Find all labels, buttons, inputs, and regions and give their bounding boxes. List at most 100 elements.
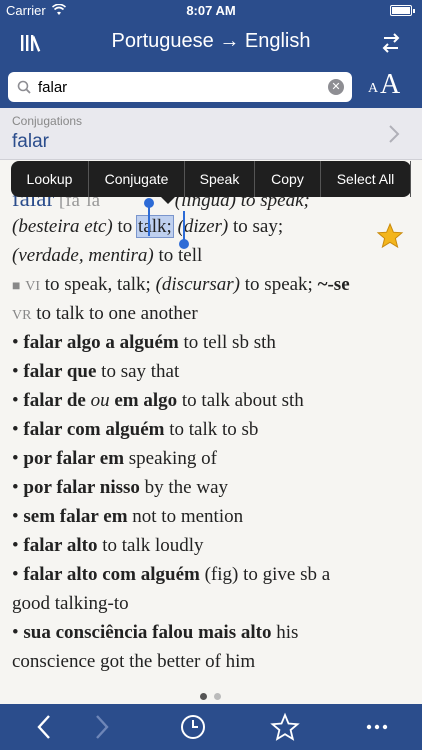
phrase-continuation: good talking-to	[12, 593, 129, 614]
phrase-gloss: not to mention	[127, 506, 244, 527]
swap-icon[interactable]	[380, 32, 402, 54]
phrase-item: • por falar nisso by the way	[12, 477, 228, 499]
bullet: •	[12, 361, 19, 382]
phrase-gloss: to talk to sb	[164, 419, 259, 440]
gloss-say: to say;	[228, 216, 284, 237]
search-icon	[17, 80, 31, 94]
menu-copy[interactable]: Copy	[255, 161, 321, 197]
phrase: falar alto com alguém	[23, 564, 200, 585]
font-small-glyph: A	[368, 81, 379, 96]
conjugations-label: Conjugations	[12, 114, 83, 128]
back-icon[interactable]	[30, 712, 60, 742]
menu-speak[interactable]: Speak	[185, 161, 255, 197]
phrase-gloss: (fig) to give sb a	[199, 564, 331, 585]
menu-pointer	[160, 196, 176, 204]
bullet: •	[12, 477, 19, 498]
reflexive-form: ~-se	[317, 274, 350, 295]
battery-icon	[390, 5, 415, 16]
phrase: sua consciência falou mais alto	[23, 622, 272, 643]
bottom-toolbar	[0, 704, 422, 750]
bullet: •	[12, 535, 19, 556]
phrase-gloss: to tell sb sth	[178, 332, 276, 353]
status-bar: Carrier 8:07 AM	[0, 0, 422, 22]
dictionary-entry: falar [faˈla (língua) to speak; (besteir…	[0, 160, 422, 690]
clock: 8:07 AM	[186, 3, 236, 18]
context-verdade: (verdade, mentira)	[12, 245, 154, 266]
phrase: por falar em	[23, 448, 125, 469]
phrase: falar de	[23, 390, 91, 411]
page-indicator	[0, 690, 422, 704]
search-input[interactable]	[38, 76, 318, 98]
favorite-star-icon[interactable]	[376, 222, 404, 250]
bullet: •	[12, 419, 19, 440]
phrase: falar algo a alguém	[23, 332, 179, 353]
phrase: sem falar em	[23, 506, 128, 527]
selection-start-bar	[148, 206, 150, 236]
search-row: ✕ A A	[0, 69, 422, 104]
forward-icon[interactable]	[86, 712, 116, 742]
phrase-item: • falar alto to talk loudly	[12, 535, 204, 557]
phrase-or: ou	[90, 390, 110, 411]
vi-marker-icon: ■	[12, 279, 21, 294]
phrase-gloss: speaking of	[124, 448, 217, 469]
bullet: •	[12, 332, 19, 353]
font-large-glyph: A	[380, 69, 401, 100]
phrase-gloss: to say that	[96, 361, 180, 382]
conjugations-word: falar	[12, 131, 49, 152]
gloss-speak: to speak;	[240, 274, 318, 295]
clear-search-icon[interactable]: ✕	[328, 79, 344, 95]
menu-conjugate[interactable]: Conjugate	[89, 161, 185, 197]
bullet: •	[12, 622, 19, 643]
entry-line-5: VR to talk to one another	[12, 303, 198, 325]
context-besteira: (besteira etc)	[12, 216, 113, 237]
phrase: por falar nisso	[23, 477, 140, 498]
text-context-menu: Lookup Conjugate Speak Copy Select All	[11, 161, 411, 204]
pos-vr: VR	[12, 308, 32, 323]
chevron-right-icon	[389, 125, 400, 143]
search-field[interactable]: ✕	[8, 72, 352, 102]
phrase: falar que	[23, 361, 97, 382]
phrase-item: • falar de ou em algo to talk about sth	[12, 390, 304, 412]
gloss-tell: to tell	[153, 245, 203, 266]
bullet: •	[12, 448, 19, 469]
bullet: •	[12, 564, 19, 585]
phrase-item: • falar com alguém to talk to sb	[12, 419, 258, 441]
selection-end-bar	[183, 211, 185, 241]
conjugations-row[interactable]: Conjugations falar	[0, 108, 422, 160]
page-title: Portuguese → English	[111, 30, 311, 52]
page-dot-active	[200, 693, 207, 700]
menu-lookup[interactable]: Lookup	[11, 161, 89, 197]
phrase-gloss: to talk loudly	[97, 535, 204, 556]
phrase-continuation: conscience got the better of him	[12, 651, 256, 672]
entry-line-3: (verdade, mentira) to tell	[12, 245, 202, 267]
gloss-vi: to speak, talk;	[40, 274, 156, 295]
phrase-item: • falar algo a alguém to tell sb sth	[12, 332, 276, 354]
phrase-item: • sem falar em not to mention	[12, 506, 243, 528]
more-icon[interactable]	[362, 712, 392, 742]
page-dot	[214, 693, 221, 700]
phrase-item: • sua consciência falou mais alto his	[12, 622, 298, 644]
phrase-gloss: by the way	[139, 477, 229, 498]
phrase-item: • por falar em speaking of	[12, 448, 217, 470]
selection-end-handle[interactable]	[179, 239, 189, 249]
context-dizer: (dizer)	[172, 216, 229, 237]
favorites-icon[interactable]	[270, 712, 300, 742]
text-to: to	[112, 216, 138, 237]
font-size-button[interactable]: A A	[366, 69, 412, 102]
phrase-gloss: to talk about sth	[177, 390, 304, 411]
menu-select-all[interactable]: Select All	[321, 161, 411, 197]
selected-word[interactable]: talk;	[136, 215, 174, 238]
gloss-vr: to talk to one another	[31, 303, 198, 324]
phrase-gloss: his	[271, 622, 299, 643]
phrase-item: • falar alto com alguém (fig) to give sb…	[12, 564, 330, 586]
phrase: falar alto	[23, 535, 98, 556]
phrase-item: • falar que to say that	[12, 361, 179, 383]
bullet: •	[12, 390, 19, 411]
phrase-cont: em algo	[109, 390, 178, 411]
bullet: •	[12, 506, 19, 527]
context-discursar: (discursar)	[155, 274, 241, 295]
phrase: falar com alguém	[23, 419, 165, 440]
top-bar: Carrier 8:07 AM Portuguese → English fal…	[0, 0, 422, 108]
history-icon[interactable]	[178, 712, 208, 742]
navigation-bar: Portuguese → English	[0, 22, 422, 66]
